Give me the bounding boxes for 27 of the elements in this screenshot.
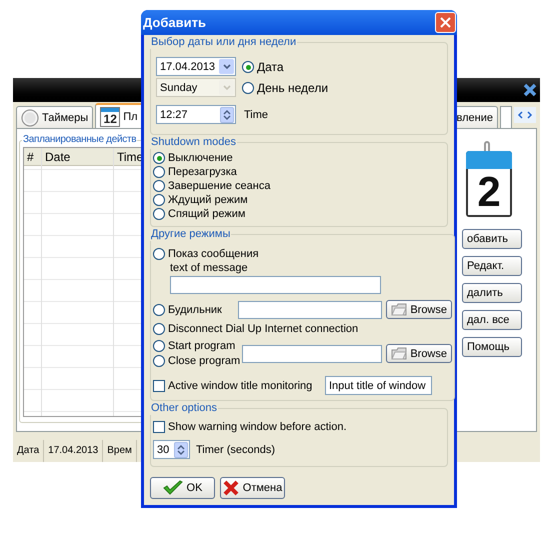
group-title: Выбор даты или дня недели	[150, 35, 298, 49]
status-text: 17.04.2013	[44, 440, 104, 462]
group-title: Другие режимы	[150, 227, 232, 241]
radio-label: Start program	[168, 339, 236, 353]
group-title: Запланированные действ	[22, 133, 138, 147]
radio-label: Ждущий режим	[168, 193, 248, 207]
field-label: text of message	[170, 262, 248, 274]
group-title: Shutdown modes	[150, 135, 237, 149]
radio-label: Close program	[168, 354, 240, 368]
status-text: Дата	[13, 440, 44, 462]
radio-label: Disconnect Dial Up Internet connection	[168, 322, 358, 336]
calendar-icon: 12	[100, 106, 120, 126]
status-text: Врем	[103, 440, 137, 462]
radio-label: День недели	[257, 81, 328, 95]
window-title: Добавить	[143, 16, 206, 30]
radio-label: Спящий режим	[168, 207, 246, 221]
field-label: Timer (seconds)	[196, 442, 276, 456]
radio-label: Будильник	[168, 302, 222, 316]
checkbox-label: Show warning window before action.	[168, 420, 347, 434]
radio-label: Показ сообщения	[168, 247, 259, 261]
group-title: Other options	[150, 401, 218, 415]
radio-label: Завершение сеанса	[168, 179, 270, 193]
field-label: Time	[244, 108, 268, 122]
radio-label: Дата	[257, 60, 284, 74]
radio-label: Выключение	[168, 151, 233, 165]
checkbox-label: Active window title monitoring	[168, 378, 314, 392]
radio-label: Перезагрузка	[168, 165, 237, 179]
